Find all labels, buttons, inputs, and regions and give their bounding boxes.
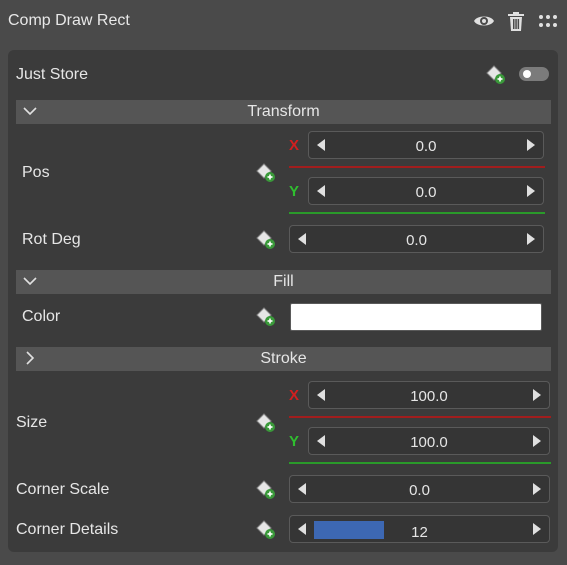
rot-deg-label: Rot Deg [22,231,81,248]
size-x-value: 100.0 [410,388,448,405]
eye-icon[interactable] [471,8,497,34]
corner-details-label: Corner Details [16,521,119,538]
color-swatch[interactable] [290,303,542,331]
corner-scale-field[interactable]: 0.0 [289,475,550,503]
rot-deg-field[interactable]: 0.0 [289,225,544,253]
keyframe-add-icon[interactable] [255,412,277,434]
stroke-section-header[interactable]: Stroke [16,347,551,371]
x-axis-underline [289,416,551,418]
size-y-field[interactable]: 100.0 [308,427,550,455]
pos-label: Pos [22,164,50,181]
keyframe-add-icon[interactable] [485,64,507,86]
trash-icon[interactable] [503,8,529,34]
keyframe-add-icon[interactable] [255,162,277,184]
size-x-field[interactable]: 100.0 [308,381,550,409]
keyframe-add-icon[interactable] [255,519,277,541]
size-label: Size [16,414,48,431]
size-y-value: 100.0 [410,434,448,451]
y-axis-underline [289,462,551,464]
x-axis-underline [289,166,545,168]
increment-arrow-icon[interactable] [527,233,535,245]
grid-dots-icon[interactable] [535,8,561,34]
pos-x-value: 0.0 [415,138,437,155]
corner-scale-value: 0.0 [409,482,430,499]
increment-arrow-icon[interactable] [533,483,541,495]
size-y-axis-label: Y [289,433,300,450]
increment-arrow-icon[interactable] [533,389,541,401]
pos-x-axis-label: X [289,137,300,154]
corner-details-value: 12 [411,524,428,541]
rot-deg-value: 0.0 [406,232,427,249]
fill-section-header[interactable]: Fill [16,270,551,294]
increment-arrow-icon[interactable] [533,435,541,447]
fill-section-title: Fill [273,273,294,290]
transform-section-title: Transform [247,103,320,120]
pos-y-field[interactable]: 0.0 [308,177,544,205]
toggle-knob [523,70,531,78]
just-store-toggle[interactable] [519,67,549,81]
keyframe-add-icon[interactable] [255,479,277,501]
increment-arrow-icon[interactable] [527,185,535,197]
color-label: Color [22,308,61,325]
stroke-section-title: Stroke [260,350,307,367]
increment-arrow-icon[interactable] [533,523,541,535]
component-header: Comp Draw Rect [0,0,567,44]
keyframe-add-icon[interactable] [255,229,277,251]
corner-scale-label: Corner Scale [16,481,110,498]
pos-x-field[interactable]: 0.0 [308,131,544,159]
size-x-axis-label: X [289,387,300,404]
keyframe-add-icon[interactable] [255,306,277,328]
transform-section-header[interactable]: Transform [16,100,551,124]
component-title: Comp Draw Rect [8,12,130,29]
increment-arrow-icon[interactable] [527,139,535,151]
pos-y-value: 0.0 [415,184,437,201]
just-store-label: Just Store [16,66,89,83]
y-axis-underline [289,212,545,214]
corner-details-slider[interactable]: 12 [289,515,550,543]
pos-y-axis-label: Y [289,183,300,200]
